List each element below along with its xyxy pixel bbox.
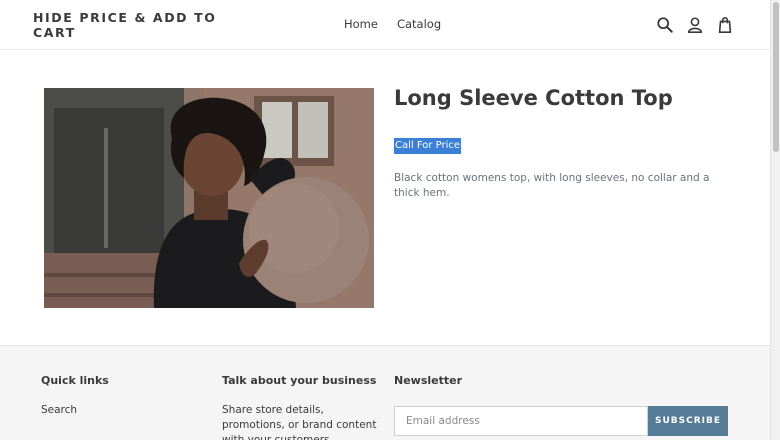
main-nav: Home Catalog: [344, 17, 441, 31]
product-photo: [44, 88, 374, 308]
product-image[interactable]: [44, 88, 374, 308]
newsletter-email-input[interactable]: [394, 406, 648, 436]
site-footer: Quick links Search Talk about your busin…: [0, 345, 770, 440]
search-icon[interactable]: [656, 16, 674, 34]
product-title: Long Sleeve Cotton Top: [394, 86, 673, 110]
subscribe-button[interactable]: SUBSCRIBE: [648, 406, 728, 436]
newsletter-heading: Newsletter: [394, 374, 463, 387]
footer-link-search[interactable]: Search: [41, 403, 77, 418]
business-text: Share store details, promotions, or bran…: [222, 404, 377, 440]
cart-icon[interactable]: [716, 16, 734, 34]
nav-link-home[interactable]: Home: [344, 17, 378, 31]
site-header: HIDE PRICE & ADD TO CART Home Catalog: [0, 0, 770, 50]
header-icons: [656, 16, 734, 34]
product-description: Black cotton womens top, with long sleev…: [394, 172, 710, 199]
account-icon[interactable]: [686, 16, 704, 34]
quick-links-heading: Quick links: [41, 374, 109, 387]
business-heading: Talk about your business: [222, 374, 377, 387]
scrollbar-thumb[interactable]: [773, 2, 779, 152]
call-for-price[interactable]: Call For Price: [394, 138, 462, 154]
page-scrollbar[interactable]: [770, 0, 780, 440]
nav-link-catalog[interactable]: Catalog: [397, 17, 441, 31]
store-logo[interactable]: HIDE PRICE & ADD TO CART: [33, 10, 223, 40]
